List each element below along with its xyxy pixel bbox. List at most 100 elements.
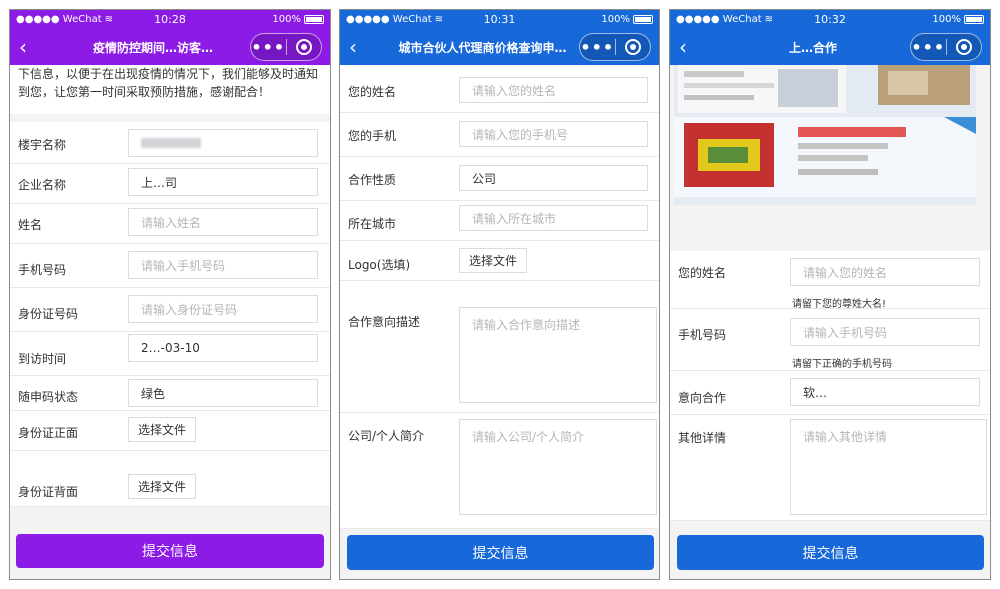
field-label: 手机号码 bbox=[18, 263, 67, 277]
field-label: 姓名 bbox=[18, 218, 43, 232]
form-row-company: 企业名称 上…司 bbox=[10, 164, 330, 204]
close-miniprogram-icon[interactable] bbox=[947, 39, 982, 55]
back-arrow-icon[interactable]: ‹ bbox=[340, 29, 366, 65]
profile-textarea[interactable]: 请输入公司/个人简介 bbox=[459, 419, 657, 515]
id-number-input[interactable]: 请输入身份证号码 bbox=[128, 295, 318, 323]
promo-banner-image bbox=[674, 65, 976, 205]
nav-bar: ‹ 上…合作 ••• bbox=[670, 29, 990, 65]
field-label: 您的姓名 bbox=[678, 266, 727, 280]
more-icon[interactable]: ••• bbox=[251, 38, 286, 57]
visit-time-input[interactable]: 2…-03-10 bbox=[128, 334, 318, 362]
status-time: 10:28 bbox=[154, 13, 186, 26]
phone-input[interactable]: 请输入您的手机号 bbox=[459, 121, 648, 147]
field-label: 您的姓名 bbox=[348, 85, 397, 99]
status-time: 10:31 bbox=[483, 13, 516, 26]
field-label: 公司/个人简介 bbox=[348, 429, 425, 443]
field-label: 身份证正面 bbox=[18, 426, 79, 440]
field-label: 其他详情 bbox=[678, 431, 727, 445]
phone-screen-visitor-registration: ●●●●● WeChat ≋ 10:28 100% ‹ 疫情防控期间…访客… ••… bbox=[9, 9, 331, 580]
phone-input[interactable]: 请输入手机号码 bbox=[790, 318, 980, 346]
form-row-health-code: 随申码状态 绿色 bbox=[10, 376, 330, 411]
form-content: 您的姓名 请输入您的姓名 请留下您的尊姓大名! 手机号码 请输入手机号码 请留下… bbox=[670, 65, 990, 579]
top-bar: ●●●●● WeChat ≋ 10:32 100% ‹ 上…合作 ••• bbox=[670, 10, 990, 65]
field-label: 合作意向描述 bbox=[348, 315, 421, 329]
building-name-input[interactable] bbox=[128, 129, 318, 157]
name-input[interactable]: 请输入姓名 bbox=[128, 208, 318, 236]
form-row-id-number: 身份证号码 请输入身份证号码 bbox=[10, 288, 330, 332]
form-row-building: 楼宇名称 bbox=[10, 122, 330, 164]
intro-text: 下信息，以便于在出现疫情的情况下，我们能够及时通知到您，让您第一时间采取预防措施… bbox=[10, 65, 330, 114]
field-label: 随申码状态 bbox=[18, 390, 79, 404]
battery-icon bbox=[964, 15, 984, 24]
blurred-value bbox=[141, 138, 201, 148]
form-row-phone: 手机号码 请输入手机号码 bbox=[10, 244, 330, 288]
other-details-textarea[interactable]: 请输入其他详情 bbox=[790, 419, 987, 515]
form-row-visit-time: 到访时间 2…-03-10 bbox=[10, 332, 330, 376]
close-miniprogram-icon[interactable] bbox=[616, 39, 651, 55]
name-input[interactable]: 请输入您的姓名 bbox=[459, 77, 648, 103]
phone-number-input[interactable]: 请输入手机号码 bbox=[128, 251, 318, 279]
status-bar: ●●●●● WeChat ≋ 10:28 100% bbox=[10, 10, 330, 29]
banner-artwork bbox=[674, 65, 976, 205]
field-label: 所在城市 bbox=[348, 217, 397, 231]
more-icon[interactable]: ••• bbox=[911, 38, 946, 57]
status-time: 10:32 bbox=[814, 13, 846, 26]
miniprogram-capsule: ••• bbox=[910, 33, 982, 61]
field-label: 到访时间 bbox=[18, 352, 67, 366]
phone-screen-cooperation: ●●●●● WeChat ≋ 10:32 100% ‹ 上…合作 ••• 您的姓… bbox=[669, 9, 991, 580]
form-row-id-back: 身份证背面 选择文件 bbox=[10, 451, 330, 507]
form-row-name: 您的姓名 请输入您的姓名 bbox=[340, 65, 659, 113]
page-title: 疫情防控期间…访客… bbox=[92, 40, 213, 55]
page-title: 上…合作 bbox=[788, 40, 837, 55]
form-content: 您的姓名 请输入您的姓名 您的手机 请输入您的手机号 合作性质 公司 所在城市 … bbox=[340, 65, 659, 579]
form-row-logo: Logo(选填) 选择文件 bbox=[340, 241, 659, 281]
back-arrow-icon[interactable]: ‹ bbox=[10, 29, 36, 65]
name-hint: 请留下您的尊姓大名! bbox=[792, 299, 887, 310]
form-row-intent: 合作意向描述 请输入合作意向描述 bbox=[340, 281, 659, 413]
field-label: 身份证号码 bbox=[18, 307, 79, 321]
miniprogram-capsule: ••• bbox=[250, 33, 322, 61]
phone-screen-partner-application: ●●●●● WeChat ≋ 10:31 100% ‹ 城市合伙人代理商价格查询申… bbox=[339, 9, 660, 580]
field-label: 身份证背面 bbox=[18, 485, 79, 499]
form-row-profile: 公司/个人简介 请输入公司/个人简介 bbox=[340, 413, 659, 529]
form-row-phone: 您的手机 请输入您的手机号 bbox=[340, 113, 659, 157]
id-front-file-button[interactable]: 选择文件 bbox=[128, 417, 197, 442]
form-row-cooperation-type: 合作性质 公司 bbox=[340, 157, 659, 201]
name-input[interactable]: 请输入您的姓名 bbox=[790, 258, 980, 286]
battery-icon bbox=[304, 15, 324, 24]
field-label: Logo(选填) bbox=[348, 258, 411, 272]
city-input[interactable]: 请输入所在城市 bbox=[459, 205, 648, 231]
status-bar: ●●●●● WeChat ≋ 10:32 100% bbox=[670, 10, 990, 29]
company-name-input[interactable]: 上…司 bbox=[128, 168, 318, 196]
form-content: 下信息，以便于在出现疫情的情况下，我们能够及时通知到您，让您第一时间采取预防措施… bbox=[10, 65, 330, 579]
health-code-status-input[interactable]: 绿色 bbox=[128, 379, 318, 407]
field-label: 您的手机 bbox=[348, 129, 397, 143]
back-arrow-icon[interactable]: ‹ bbox=[670, 29, 696, 65]
form-row-city: 所在城市 请输入所在城市 bbox=[340, 201, 659, 241]
close-miniprogram-icon[interactable] bbox=[287, 39, 322, 55]
logo-file-button[interactable]: 选择文件 bbox=[459, 248, 528, 273]
form-row-id-front: 身份证正面 选择文件 bbox=[10, 411, 330, 451]
field-label: 意向合作 bbox=[678, 391, 727, 405]
miniprogram-capsule: ••• bbox=[579, 33, 651, 61]
nav-bar: ‹ 疫情防控期间…访客… ••• bbox=[10, 29, 330, 65]
intent-description-textarea[interactable]: 请输入合作意向描述 bbox=[459, 307, 657, 403]
field-label: 手机号码 bbox=[678, 328, 727, 342]
top-bar: ●●●●● WeChat ≋ 10:31 100% ‹ 城市合伙人代理商价格查询申… bbox=[340, 10, 659, 65]
submit-button[interactable]: 提交信息 bbox=[16, 534, 324, 568]
top-bar: ●●●●● WeChat ≋ 10:28 100% ‹ 疫情防控期间…访客… ••… bbox=[10, 10, 330, 65]
form-row-details: 其他详情 请输入其他详情 bbox=[670, 415, 990, 521]
cooperation-type-input[interactable]: 公司 bbox=[459, 165, 648, 191]
more-icon[interactable]: ••• bbox=[580, 38, 615, 57]
status-bar: ●●●●● WeChat ≋ 10:31 100% bbox=[340, 10, 659, 29]
nav-bar: ‹ 城市合伙人代理商价格查询申… ••• bbox=[340, 29, 659, 65]
intended-cooperation-input[interactable]: 软… bbox=[790, 378, 980, 406]
submit-button[interactable]: 提交信息 bbox=[677, 535, 984, 570]
battery-icon bbox=[633, 15, 653, 24]
field-label: 楼宇名称 bbox=[18, 138, 67, 152]
page-title: 城市合伙人代理商价格查询申… bbox=[398, 40, 567, 55]
form-row-intent: 意向合作 软… bbox=[670, 371, 990, 415]
submit-button[interactable]: 提交信息 bbox=[347, 535, 654, 570]
field-label: 企业名称 bbox=[18, 178, 67, 192]
id-back-file-button[interactable]: 选择文件 bbox=[128, 474, 197, 499]
